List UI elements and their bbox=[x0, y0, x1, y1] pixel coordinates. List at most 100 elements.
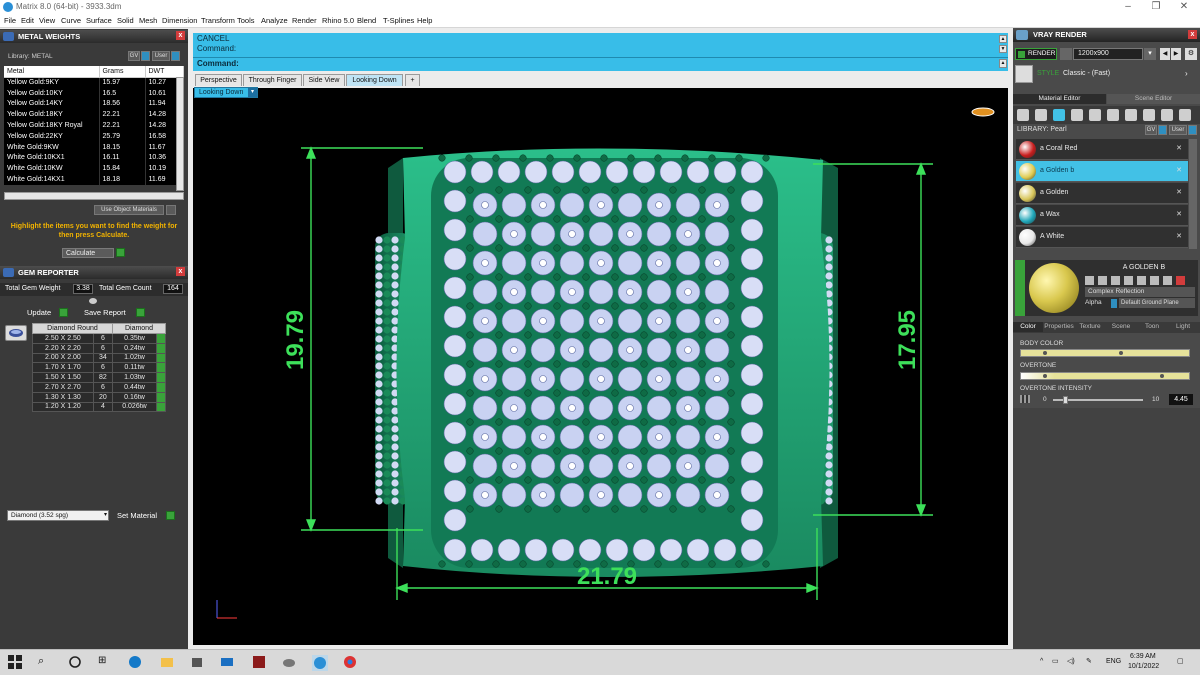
menu-solid[interactable]: Solid bbox=[117, 16, 134, 25]
table-row[interactable]: Yellow Gold:18KY Royal 22.21 14.28 bbox=[4, 120, 184, 131]
menu-curve[interactable]: Curve bbox=[61, 16, 81, 25]
preview-tool-icon[interactable] bbox=[1085, 276, 1094, 285]
menu-analyze[interactable]: Analyze bbox=[261, 16, 288, 25]
panel-slider-handle[interactable] bbox=[89, 298, 97, 304]
subtab-color[interactable]: Color bbox=[1013, 322, 1043, 332]
network-icon[interactable]: ▭ bbox=[1052, 657, 1059, 665]
row-go-icon[interactable] bbox=[156, 362, 166, 374]
menu-transform[interactable]: Transform bbox=[201, 16, 235, 25]
body-color-handle-2[interactable] bbox=[1119, 351, 1123, 355]
settings-icon[interactable]: ⚙ bbox=[1185, 48, 1197, 60]
preview-tool-icon[interactable] bbox=[1098, 276, 1107, 285]
user-button[interactable]: User bbox=[152, 51, 170, 61]
pen-icon[interactable]: ✎ bbox=[1086, 657, 1092, 665]
intensity-value[interactable]: 4.45 bbox=[1169, 394, 1193, 405]
menu-dimension[interactable]: Dimension bbox=[162, 16, 197, 25]
grid-icon[interactable] bbox=[1107, 109, 1119, 121]
table-row[interactable]: 1.20 X 1.20 4 0.026tw bbox=[32, 401, 166, 413]
material-item[interactable]: a Coral Red ✕ bbox=[1016, 139, 1188, 160]
material-item[interactable]: a Golden b ✕ bbox=[1016, 161, 1188, 182]
gv-button[interactable]: GV bbox=[128, 51, 140, 61]
preview-tool-icon[interactable] bbox=[1176, 276, 1185, 285]
remove-icon[interactable]: ✕ bbox=[1176, 232, 1182, 240]
set-material-go-icon[interactable] bbox=[166, 511, 175, 520]
close-icon[interactable]: x bbox=[176, 31, 185, 40]
tab-material-editor[interactable]: Material Editor bbox=[1013, 94, 1106, 104]
table-row[interactable]: White Gold:10KX1 16.11 10.36 bbox=[4, 152, 184, 164]
table-row[interactable]: White Gold:9KW 18.15 11.67 bbox=[4, 141, 184, 153]
close-icon[interactable]: x bbox=[176, 267, 185, 276]
task-view-icon[interactable] bbox=[68, 655, 84, 671]
save-report-go-icon[interactable] bbox=[136, 308, 145, 317]
use-object-materials-toggle[interactable] bbox=[166, 205, 176, 215]
windows-start-icon[interactable] bbox=[8, 655, 24, 671]
ring-model[interactable]: 19.79 17.95 21.79 bbox=[193, 88, 1008, 645]
intensity-track[interactable] bbox=[1053, 396, 1143, 404]
chrome-icon[interactable] bbox=[343, 655, 359, 671]
material-item[interactable]: a Wax ✕ bbox=[1016, 205, 1188, 226]
tab-looking-down[interactable]: Looking Down bbox=[346, 74, 403, 86]
overtone-slider[interactable] bbox=[1020, 372, 1190, 380]
scroll-up-icon[interactable]: ▲ bbox=[999, 35, 1007, 43]
user-toggle[interactable] bbox=[1188, 125, 1197, 135]
menu-tsplines[interactable]: T-Splines bbox=[383, 16, 414, 25]
language-indicator[interactable]: ENG bbox=[1106, 658, 1121, 665]
reflection-select[interactable]: Complex Reflection bbox=[1085, 287, 1195, 297]
row-go-icon[interactable] bbox=[156, 401, 166, 413]
search-icon[interactable]: ⌕ bbox=[38, 655, 54, 671]
menu-rhino[interactable]: Rhino 5.0 bbox=[322, 16, 354, 25]
tab-through-finger[interactable]: Through Finger bbox=[243, 74, 302, 86]
cube-icon[interactable] bbox=[1143, 109, 1155, 121]
metal-column-header[interactable]: Metal bbox=[4, 66, 100, 78]
subtab-scene[interactable]: Scene bbox=[1106, 322, 1136, 332]
material-item[interactable]: A White ✕ bbox=[1016, 227, 1188, 248]
render-button[interactable]: RENDER bbox=[1015, 48, 1057, 60]
minimize-button[interactable]: – bbox=[1118, 1, 1138, 12]
clock-date[interactable]: 10/1/2022 bbox=[1128, 663, 1159, 670]
row-go-icon[interactable] bbox=[156, 391, 166, 403]
menu-view[interactable]: View bbox=[39, 16, 55, 25]
use-object-materials-button[interactable]: Use Object Materials bbox=[94, 205, 164, 215]
bulb-icon[interactable] bbox=[1179, 109, 1191, 121]
next-icon[interactable]: ▶ bbox=[1171, 48, 1181, 60]
prev-icon[interactable]: ◀ bbox=[1160, 48, 1170, 60]
preview-tool-icon[interactable] bbox=[1111, 276, 1120, 285]
close-button[interactable]: ✕ bbox=[1174, 1, 1194, 12]
preview-tool-icon[interactable] bbox=[1124, 276, 1133, 285]
preview-tool-icon[interactable] bbox=[1163, 276, 1172, 285]
table-row[interactable]: Yellow Gold:18KY 22.21 14.28 bbox=[4, 109, 184, 121]
menu-surface[interactable]: Surface bbox=[86, 16, 112, 25]
add-tab-button[interactable]: + bbox=[405, 74, 420, 86]
table-row[interactable]: Yellow Gold:14KY 18.56 11.94 bbox=[4, 98, 184, 110]
remove-icon[interactable]: ✕ bbox=[1176, 210, 1182, 218]
alpha-toggle[interactable] bbox=[1111, 299, 1117, 308]
overtone-handle-2[interactable] bbox=[1160, 374, 1164, 378]
view-name-dropdown[interactable]: Looking Down ▾ bbox=[194, 87, 258, 98]
sphere-icon[interactable] bbox=[1053, 109, 1065, 121]
command-line[interactable]: Command: ▲ bbox=[193, 57, 1008, 70]
tab-perspective[interactable]: Perspective bbox=[195, 74, 242, 86]
menu-file[interactable]: File bbox=[4, 16, 16, 25]
material-list-scrollbar[interactable] bbox=[1189, 139, 1197, 249]
flame-icon[interactable] bbox=[1017, 109, 1029, 121]
table-row[interactable]: 2.70 X 2.70 6 0.44tw bbox=[32, 381, 166, 393]
brush-icon[interactable] bbox=[1161, 109, 1173, 121]
menu-tools[interactable]: Tools bbox=[237, 16, 255, 25]
table-row[interactable]: 2.00 X 2.00 34 1.02tw bbox=[32, 352, 166, 364]
menu-edit[interactable]: Edit bbox=[21, 16, 34, 25]
update-button[interactable]: Update bbox=[27, 308, 51, 317]
store-icon[interactable] bbox=[190, 655, 206, 671]
tab-side-view[interactable]: Side View bbox=[303, 74, 345, 86]
file-explorer-icon[interactable] bbox=[160, 655, 176, 671]
ground-plane-select[interactable]: Default Ground Plane bbox=[1119, 298, 1195, 308]
preview-tool-icon[interactable] bbox=[1150, 276, 1159, 285]
style-value[interactable]: Classic - (Fast) bbox=[1063, 70, 1110, 77]
volume-icon[interactable]: ◁) bbox=[1067, 657, 1075, 665]
table-row[interactable]: 1.30 X 1.30 20 0.16tw bbox=[32, 391, 166, 403]
remove-icon[interactable]: ✕ bbox=[1176, 188, 1182, 196]
resolution-dropdown-icon[interactable]: ▾ bbox=[1144, 48, 1156, 60]
overtone-handle[interactable] bbox=[1043, 374, 1047, 378]
mail-icon[interactable] bbox=[220, 655, 236, 671]
table-row[interactable]: 1.70 X 1.70 6 0.11tw bbox=[32, 362, 166, 374]
clock-time[interactable]: 6:39 AM bbox=[1130, 653, 1156, 660]
